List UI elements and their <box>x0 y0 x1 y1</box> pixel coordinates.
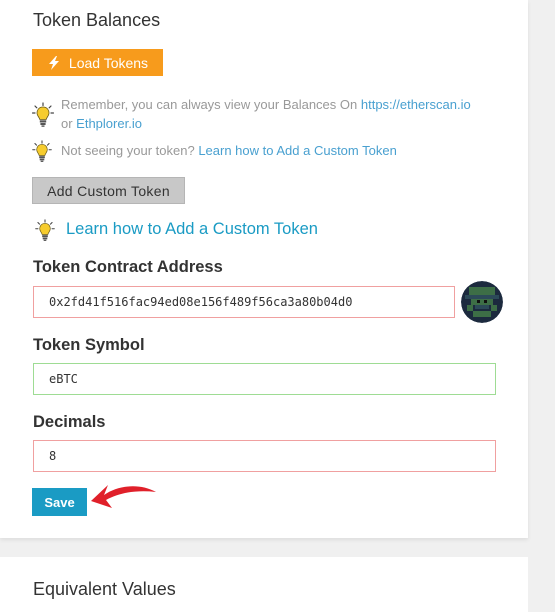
learn-custom-token-link[interactable]: Learn how to Add a Custom Token <box>66 220 318 239</box>
equivalent-values-title: Equivalent Values <box>33 579 176 599</box>
decimals-input[interactable]: 8 <box>33 440 496 472</box>
balances-tip-or: or <box>61 116 77 131</box>
lightbulb-icon <box>35 219 55 241</box>
add-custom-token-button[interactable]: Add Custom Token <box>32 177 185 204</box>
token-balances-title: Token Balances <box>33 10 161 30</box>
custom-token-tip-link[interactable]: Learn how to Add a Custom Token <box>198 143 397 158</box>
red-arrow-icon <box>91 485 156 508</box>
balances-tip-text: Remember, you can always view your Balan… <box>61 97 361 112</box>
lightning-bolt-icon <box>48 55 59 70</box>
load-tokens-button[interactable]: Load Tokens <box>32 49 163 76</box>
equivalent-values-card: Equivalent Values <box>0 557 528 612</box>
address-identicon <box>461 281 503 323</box>
custom-token-tip-text: Not seeing your token? <box>61 143 199 158</box>
token-symbol-input[interactable]: eBTC <box>33 363 496 395</box>
custom-token-tip: Not seeing your token? Learn how to Add … <box>61 141 397 160</box>
lightbulb-icon <box>32 102 54 127</box>
token-address-input[interactable]: 0x2fd41f516fac94ed08e156f489f56ca3a80b04… <box>33 286 455 318</box>
decimals-label: Decimals <box>33 413 106 431</box>
save-button[interactable]: Save <box>32 488 87 516</box>
load-tokens-label: Load Tokens <box>68 54 149 71</box>
lightbulb-icon <box>32 140 52 162</box>
ethplorer-link[interactable]: Ethplorer.io <box>76 116 142 131</box>
token-symbol-label: Token Symbol <box>33 336 145 354</box>
token-balances-card: Token Balances Load Tokens Remember, you… <box>0 0 528 538</box>
etherscan-link[interactable]: https://etherscan.io <box>361 97 471 112</box>
balances-tip: Remember, you can always view your Balan… <box>61 95 501 133</box>
token-address-label: Token Contract Address <box>33 258 223 276</box>
